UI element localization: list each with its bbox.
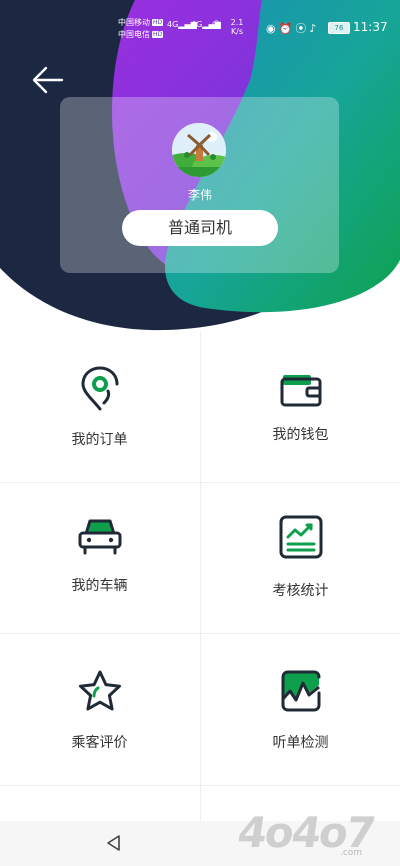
menu-item-vehicle[interactable]: 我的车辆	[0, 483, 199, 633]
menu-item-orders[interactable]: 我的订单	[0, 331, 199, 481]
signal-check-icon	[281, 670, 321, 712]
status-bar: 中国移动 HD 中国电信 HD 4G▂▄▆ 4G▂▄▆ ◠ 2.1 K/s ◉⏰⦿♪ …	[0, 0, 400, 48]
carrier-1: 中国移动 HD	[118, 18, 164, 27]
avatar[interactable]	[172, 123, 226, 177]
grid-divider-row-3	[0, 785, 400, 786]
menu-item-label: 我的车辆	[71, 578, 128, 594]
menu-item-label: 我的钱包	[272, 427, 329, 443]
wallet-icon	[280, 375, 322, 407]
role-badge[interactable]: 普通司机	[122, 210, 278, 246]
menu-item-label: 乘客评价	[71, 735, 128, 751]
location-icon: ⦿	[295, 22, 310, 35]
back-arrow-icon[interactable]	[30, 62, 66, 98]
order-pin-icon	[81, 366, 119, 411]
alarm-icon: ⏰	[278, 22, 296, 35]
stats-chart-icon	[279, 515, 323, 559]
nav-back-icon[interactable]	[104, 833, 124, 853]
battery-indicator: 76	[328, 22, 350, 34]
mute-icon: ♪	[309, 22, 320, 35]
menu-item-wallet[interactable]: 我的钱包	[201, 331, 400, 481]
menu-item-reviews[interactable]: 乘客评价	[0, 634, 199, 784]
menu-item-stats[interactable]: 考核统计	[201, 483, 400, 633]
status-icons: ◉⏰⦿♪	[266, 20, 319, 36]
carrier-2: 中国电信 HD	[118, 30, 164, 39]
menu-item-label: 考核统计	[272, 583, 329, 599]
car-icon	[78, 519, 122, 555]
profile-header: 中国移动 HD 中国电信 HD 4G▂▄▆ 4G▂▄▆ ◠ 2.1 K/s ◉⏰⦿♪ …	[0, 0, 400, 335]
wifi-icon: ◠	[212, 19, 221, 30]
windmill-avatar-icon	[172, 123, 226, 177]
menu-item-label: 我的订单	[71, 432, 128, 448]
star-icon	[79, 670, 121, 711]
watermark-url: .com	[340, 848, 363, 858]
clock: 11:37	[353, 20, 388, 34]
user-name: 李伟	[187, 188, 212, 202]
menu-item-listen-check[interactable]: 听单检测	[201, 634, 400, 784]
eye-icon: ◉	[266, 22, 279, 35]
network-speed: 2.1 K/s	[230, 18, 244, 36]
menu-item-label: 听单检测	[272, 735, 329, 751]
